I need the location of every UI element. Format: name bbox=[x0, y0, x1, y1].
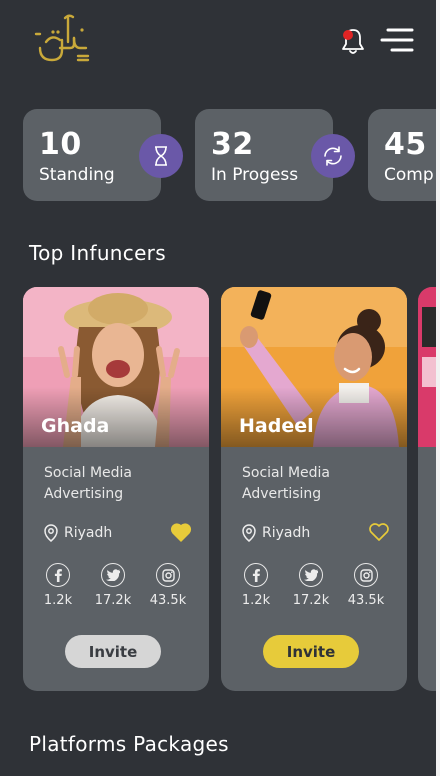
facebook-count: 1.2k bbox=[43, 593, 73, 608]
location-text: Riyadh bbox=[262, 525, 311, 541]
instagram-count: 43.5k bbox=[347, 593, 385, 608]
twitter-count: 17.2k bbox=[94, 593, 132, 608]
brand-logo[interactable] bbox=[32, 12, 92, 66]
influencer-card-partial[interactable] bbox=[418, 287, 436, 691]
stat-label: In Progess bbox=[211, 165, 299, 185]
hamburger-menu-icon bbox=[380, 28, 414, 52]
facebook-stat: 1.2k bbox=[33, 563, 83, 608]
heart-filled-icon bbox=[170, 523, 192, 542]
heart-outline-icon bbox=[369, 523, 389, 541]
influencer-card[interactable]: Hadeel Social Media Advertising Riyadh 1… bbox=[221, 287, 407, 691]
facebook-icon[interactable] bbox=[46, 563, 70, 587]
stat-label: Comp bbox=[384, 165, 434, 185]
influencer-card[interactable]: Ghada Social Media Advertising Riyadh 1.… bbox=[23, 287, 209, 691]
twitter-count: 17.2k bbox=[292, 593, 330, 608]
invite-button[interactable]: Invite bbox=[263, 635, 359, 668]
favorite-button[interactable] bbox=[368, 522, 390, 542]
twitter-stat: 17.2k bbox=[88, 563, 138, 608]
menu-button[interactable] bbox=[380, 27, 414, 55]
facebook-stat: 1.2k bbox=[231, 563, 281, 608]
invite-button[interactable]: Invite bbox=[65, 635, 161, 668]
twitter-icon[interactable] bbox=[299, 563, 323, 587]
influencer-category: Social Media Advertising bbox=[242, 465, 331, 502]
facebook-icon[interactable] bbox=[244, 563, 268, 587]
location-pin-icon bbox=[44, 524, 58, 542]
stat-card-completed[interactable]: 45 Comp bbox=[368, 109, 436, 201]
stat-label: Standing bbox=[39, 165, 115, 185]
notification-button[interactable] bbox=[339, 26, 367, 56]
window-edge bbox=[436, 0, 440, 776]
sync-icon bbox=[311, 134, 355, 178]
app-screen: 10 Standing 32 In Progess 45 Comp Top In… bbox=[0, 0, 436, 776]
influencer-name: Hadeel bbox=[239, 415, 314, 437]
instagram-icon[interactable] bbox=[156, 563, 180, 587]
influencer-location: Riyadh bbox=[241, 524, 310, 542]
logo-icon bbox=[34, 14, 90, 62]
hourglass-icon bbox=[139, 134, 183, 178]
instagram-count: 43.5k bbox=[149, 593, 187, 608]
instagram-icon[interactable] bbox=[354, 563, 378, 587]
stat-value: 32 bbox=[211, 127, 254, 162]
top-influencers-title: Top Infuncers bbox=[29, 241, 166, 265]
stat-value: 10 bbox=[39, 127, 82, 162]
notification-dot bbox=[343, 30, 353, 40]
facebook-count: 1.2k bbox=[241, 593, 271, 608]
influencer-location: Riyadh bbox=[43, 524, 112, 542]
twitter-icon[interactable] bbox=[101, 563, 125, 587]
twitter-stat: 17.2k bbox=[286, 563, 336, 608]
favorite-button[interactable] bbox=[170, 522, 192, 542]
stat-value: 45 bbox=[384, 127, 427, 162]
influencer-category: Social Media Advertising bbox=[44, 465, 133, 502]
instagram-stat: 43.5k bbox=[341, 563, 391, 608]
bell-icon bbox=[342, 29, 364, 54]
instagram-stat: 43.5k bbox=[143, 563, 193, 608]
location-pin-icon bbox=[242, 524, 256, 542]
influencer-name: Ghada bbox=[41, 415, 110, 437]
stats-row: 10 Standing 32 In Progess 45 Comp bbox=[23, 109, 436, 203]
platforms-packages-title: Platforms Packages bbox=[29, 732, 229, 756]
influencer-photo bbox=[418, 287, 436, 447]
location-text: Riyadh bbox=[64, 525, 113, 541]
